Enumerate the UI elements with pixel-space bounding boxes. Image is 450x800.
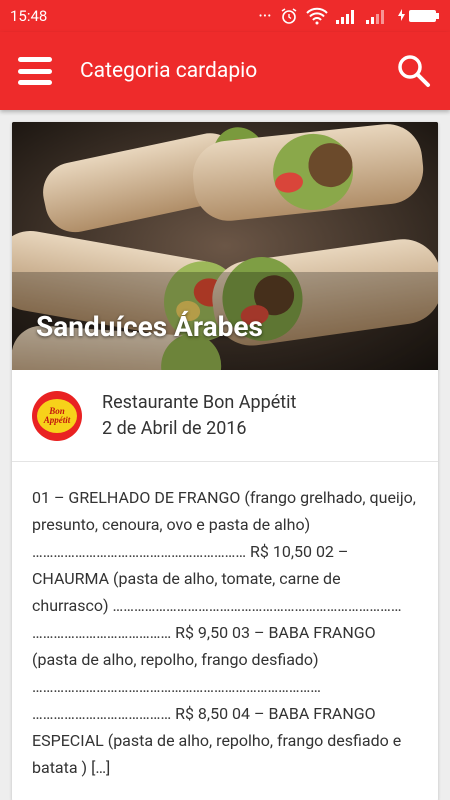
logo-text-2: Appétit — [43, 414, 71, 425]
search-icon[interactable] — [396, 53, 432, 89]
status-icons: ••• — [259, 7, 440, 25]
content: Sanduíces Árabes Bon Appétit Restaurante… — [0, 110, 450, 800]
battery-icon — [398, 9, 439, 22]
author-name: Restaurante Bon Appétit — [102, 391, 297, 413]
post-title[interactable]: Sanduíces Árabes — [36, 310, 263, 343]
author-row: Bon Appétit Restaurante Bon Appétit 2 de… — [12, 370, 438, 462]
app-title: Categoria cardapio — [80, 59, 258, 83]
app-bar: Categoria cardapio — [0, 32, 450, 110]
status-time: 15:48 — [10, 7, 48, 25]
post-excerpt: 01 – GRELHADO DE FRANGO (frango grelhado… — [32, 488, 416, 777]
menu-icon[interactable] — [18, 57, 52, 85]
wifi-icon — [306, 7, 328, 25]
author-info: Restaurante Bon Appétit 2 de Abril de 20… — [102, 390, 296, 442]
alarm-icon — [281, 8, 297, 24]
post-image[interactable]: Sanduíces Árabes — [12, 122, 438, 370]
signal-icon-2 — [366, 10, 384, 24]
post-date: 2 de Abril de 2016 — [102, 417, 247, 439]
signal-icon — [336, 10, 354, 24]
post-card[interactable]: Sanduíces Árabes Bon Appétit Restaurante… — [12, 122, 438, 800]
restaurant-logo: Bon Appétit — [32, 390, 82, 441]
dots-icon: ••• — [258, 10, 272, 22]
status-bar: 15:48 ••• — [0, 0, 450, 32]
